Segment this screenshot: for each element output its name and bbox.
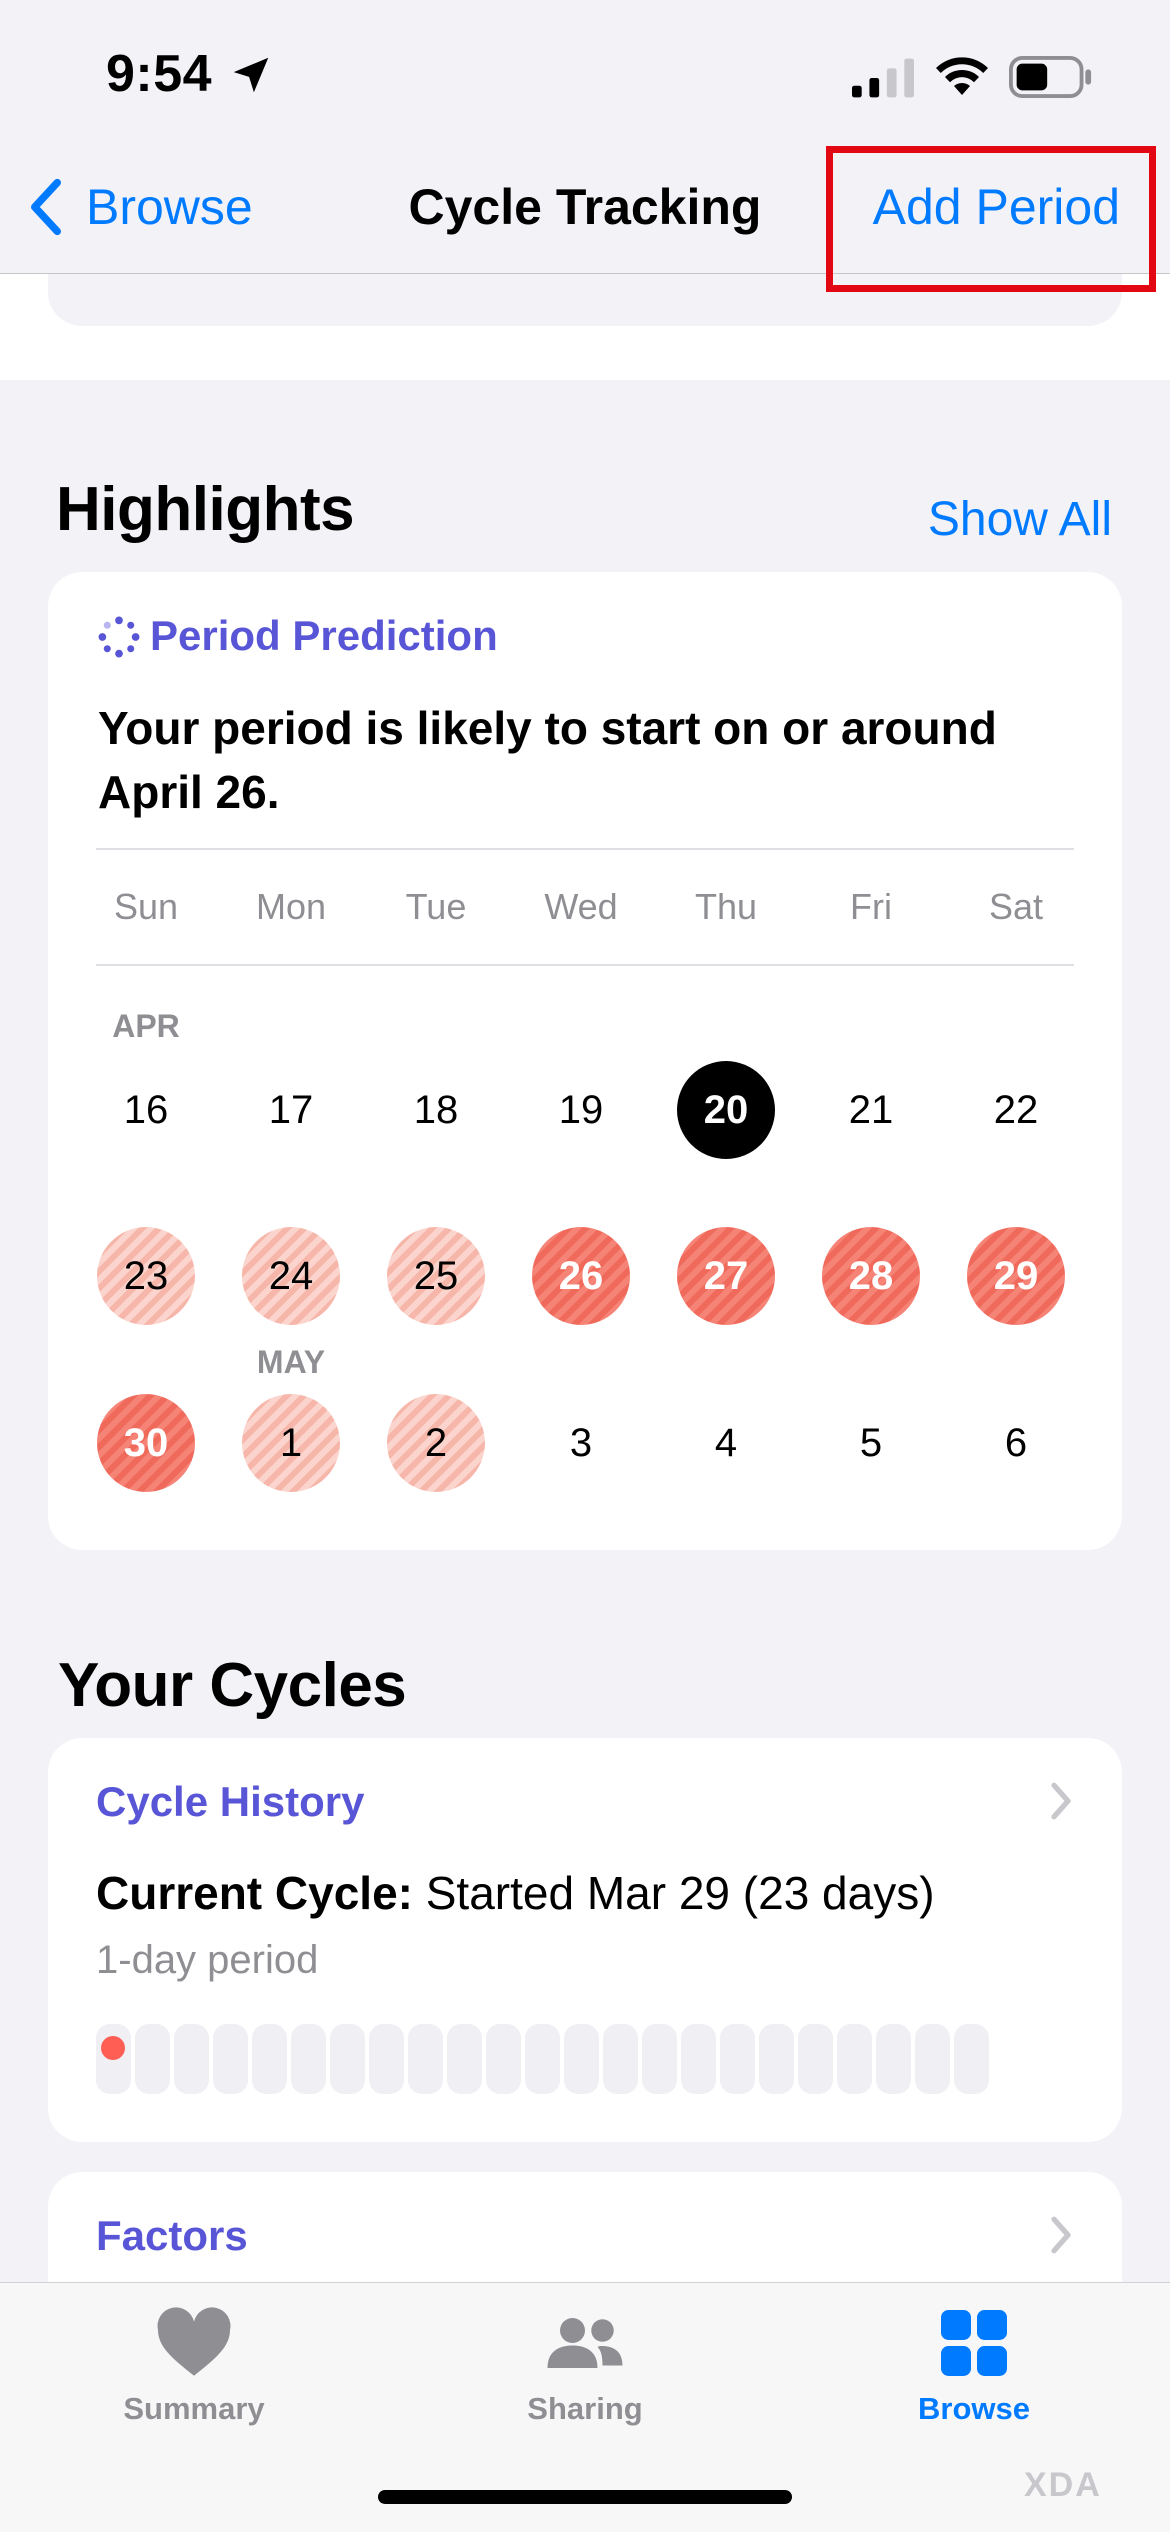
calendar-day-fertile[interactable]: 1 bbox=[242, 1394, 340, 1492]
cycle-day bbox=[369, 2024, 404, 2094]
chevron-left-icon bbox=[31, 178, 61, 236]
tab-browse[interactable]: Browse bbox=[854, 2307, 1094, 2427]
watermark: XDA bbox=[1024, 2466, 1102, 2504]
month-label-may: MAY bbox=[256, 1344, 326, 1380]
cycle-day bbox=[213, 2024, 248, 2094]
calendar-day[interactable]: 4 bbox=[677, 1394, 775, 1492]
calendar-day[interactable]: 17 bbox=[242, 1061, 340, 1159]
month-label-apr: APR bbox=[112, 1008, 180, 1044]
people-icon bbox=[547, 2318, 623, 2368]
calendar-day[interactable]: 6 bbox=[967, 1394, 1065, 1492]
cycle-day-period bbox=[96, 2024, 131, 2094]
tab-summary[interactable]: Summary bbox=[74, 2307, 314, 2427]
calendar-day-fertile[interactable]: 24 bbox=[242, 1227, 340, 1325]
weekday-mon: Mon bbox=[255, 886, 327, 927]
cycle-day bbox=[174, 2024, 209, 2094]
weekday-wed: Wed bbox=[544, 886, 618, 927]
cycle-day bbox=[486, 2024, 521, 2094]
calendar-day-predicted-period[interactable]: 26 bbox=[532, 1227, 630, 1325]
cycle-day bbox=[681, 2024, 716, 2094]
cycle-day bbox=[876, 2024, 911, 2094]
period-prediction-title: Period Prediction bbox=[150, 612, 498, 659]
tab-browse-label: Browse bbox=[918, 2391, 1030, 2426]
calendar-day[interactable]: 22 bbox=[967, 1061, 1065, 1159]
battery-icon bbox=[1009, 56, 1092, 98]
partial-factors-card bbox=[0, 274, 1170, 380]
tab-sharing-label: Sharing bbox=[527, 2391, 643, 2426]
calendar-day-predicted-period[interactable]: 30 bbox=[97, 1394, 195, 1492]
back-label: Browse bbox=[86, 179, 253, 235]
calendar-day[interactable]: 5 bbox=[822, 1394, 920, 1492]
period-prediction-card[interactable]: Period Prediction Your period is likely … bbox=[48, 572, 1122, 1550]
your-cycles-heading: Your Cycles bbox=[58, 1651, 407, 1720]
calendar-day-fertile[interactable]: 25 bbox=[387, 1227, 485, 1325]
calendar-day-today[interactable]: 20 bbox=[677, 1061, 775, 1159]
grid-icon bbox=[941, 2310, 1007, 2376]
wifi-icon bbox=[936, 57, 988, 95]
heart-icon bbox=[157, 2307, 231, 2376]
weekday-fri: Fri bbox=[850, 886, 892, 927]
cycle-day bbox=[720, 2024, 755, 2094]
cycle-history-link[interactable]: Cycle History bbox=[96, 1778, 364, 1826]
cycle-day bbox=[408, 2024, 443, 2094]
cycle-progress-bar bbox=[96, 2024, 989, 2094]
show-all-link[interactable]: Show All bbox=[928, 492, 1112, 547]
add-period-button[interactable]: Add Period bbox=[873, 178, 1120, 236]
calendar-day-fertile[interactable]: 23 bbox=[97, 1227, 195, 1325]
weekday-tue: Tue bbox=[405, 886, 467, 927]
cycle-day bbox=[603, 2024, 638, 2094]
cycle-day bbox=[798, 2024, 833, 2094]
current-cycle-value: Started Mar 29 (23 days) bbox=[425, 1867, 935, 1919]
navigation-bar: Browse Cycle Tracking Add Period bbox=[0, 140, 1170, 274]
home-indicator bbox=[378, 2490, 792, 2504]
calendar-day-predicted-period[interactable]: 29 bbox=[967, 1227, 1065, 1325]
chevron-right-icon bbox=[1051, 1782, 1071, 1820]
period-prediction-icon bbox=[98, 616, 140, 658]
location-arrow-icon bbox=[233, 57, 269, 93]
calendar-day[interactable]: 21 bbox=[822, 1061, 920, 1159]
status-bar: 9:54 bbox=[0, 0, 1170, 140]
cycle-day bbox=[759, 2024, 794, 2094]
divider-top bbox=[96, 848, 1074, 850]
cycle-day bbox=[447, 2024, 482, 2094]
tab-sharing[interactable]: Sharing bbox=[465, 2307, 705, 2427]
status-time: 9:54 bbox=[106, 45, 213, 103]
weekday-sun: Sun bbox=[113, 886, 179, 927]
current-cycle-text: Current Cycle: Started Mar 29 (23 days) bbox=[96, 1866, 935, 1920]
cycle-day bbox=[252, 2024, 287, 2094]
chevron-right-icon bbox=[1051, 2216, 1071, 2254]
cycle-day bbox=[954, 2024, 989, 2094]
weekday-sat: Sat bbox=[988, 886, 1044, 927]
factors-link[interactable]: Factors bbox=[96, 2212, 248, 2260]
cycle-day bbox=[330, 2024, 365, 2094]
cycle-day bbox=[837, 2024, 872, 2094]
partial-card-bottom bbox=[48, 274, 1122, 326]
calendar-day-fertile[interactable]: 2 bbox=[387, 1394, 485, 1492]
cycle-day bbox=[564, 2024, 599, 2094]
tab-summary-label: Summary bbox=[123, 2391, 265, 2426]
divider-weekdays bbox=[96, 964, 1074, 966]
weekday-thu: Thu bbox=[694, 886, 758, 927]
cycle-day bbox=[642, 2024, 677, 2094]
period-length-text: 1-day period bbox=[96, 1938, 319, 1982]
back-button[interactable]: Browse bbox=[26, 174, 253, 240]
cellular-signal-icon bbox=[852, 58, 914, 98]
calendar-day[interactable]: 3 bbox=[532, 1394, 630, 1492]
calendar-day-predicted-period[interactable]: 28 bbox=[822, 1227, 920, 1325]
calendar-day-predicted-period[interactable]: 27 bbox=[677, 1227, 775, 1325]
cycle-day bbox=[525, 2024, 560, 2094]
highlights-heading: Highlights bbox=[56, 475, 355, 544]
period-prediction-text: Your period is likely to start on or aro… bbox=[98, 702, 997, 818]
current-cycle-label: Current Cycle: bbox=[96, 1867, 413, 1919]
cycle-day bbox=[135, 2024, 170, 2094]
cycle-day bbox=[915, 2024, 950, 2094]
calendar-day[interactable]: 19 bbox=[532, 1061, 630, 1159]
cycle-history-card[interactable]: Cycle History Current Cycle: Started Mar… bbox=[48, 1738, 1122, 2142]
calendar-day[interactable]: 18 bbox=[387, 1061, 485, 1159]
cycle-day bbox=[291, 2024, 326, 2094]
calendar-day[interactable]: 16 bbox=[97, 1061, 195, 1159]
